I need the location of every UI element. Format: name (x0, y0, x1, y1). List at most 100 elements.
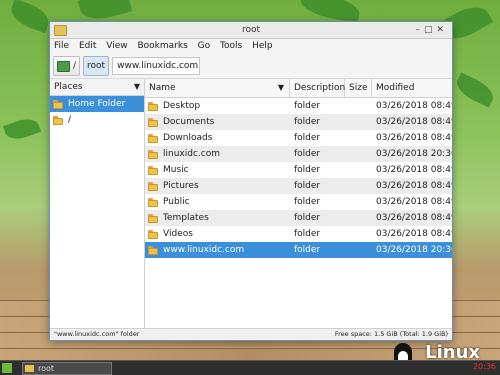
menu-bar: File Edit View Bookmarks Go Tools Help (50, 39, 452, 54)
column-description[interactable]: Description (290, 79, 345, 97)
file-size (345, 210, 372, 226)
status-selection: "www.linuxidc.com" folder (54, 330, 140, 338)
clock: 20:36 (472, 362, 496, 371)
file-modified: 03/26/2018 08:49 (376, 101, 452, 111)
file-size (345, 130, 372, 146)
file-list: Name ▼ Description Size Modified Desktop… (145, 79, 452, 329)
menu-help[interactable]: Help (252, 41, 273, 51)
file-description: folder (294, 117, 321, 127)
table-row[interactable]: www.linuxidc.com folder 03/26/2018 20:36 (145, 242, 452, 258)
start-menu-icon[interactable] (2, 363, 12, 373)
chevron-down-icon: ▼ (277, 83, 284, 92)
file-name: Templates (163, 213, 209, 223)
folder-icon (53, 99, 63, 109)
file-size (345, 194, 372, 210)
file-name: Pictures (163, 181, 199, 191)
file-size (345, 242, 372, 258)
column-size[interactable]: Size (345, 79, 372, 97)
menu-go[interactable]: Go (198, 41, 210, 51)
file-name-cell: Music (145, 162, 290, 178)
taskbar-window-label: root (38, 364, 55, 373)
file-name-cell: Pictures (145, 178, 290, 194)
menu-tools[interactable]: Tools (220, 41, 242, 51)
title-bar[interactable]: root –□✕ (50, 22, 452, 39)
file-description: folder (294, 229, 321, 239)
file-name: linuxidc.com (163, 149, 220, 159)
column-name-label: Name (149, 83, 176, 93)
file-name: Videos (163, 229, 193, 239)
sidebar-item-label: Home Folder (68, 99, 126, 109)
file-modified: 03/26/2018 08:49 (376, 229, 452, 239)
file-modified: 03/26/2018 08:49 (376, 197, 452, 207)
folder-icon (148, 229, 158, 239)
file-description: folder (294, 197, 321, 207)
file-modified: 03/26/2018 08:49 (376, 133, 452, 143)
folder-icon (148, 165, 158, 175)
table-row[interactable]: Videos folder 03/26/2018 08:49 (145, 226, 452, 242)
table-row[interactable]: Desktop folder 03/26/2018 08:49 (145, 98, 452, 114)
location-field[interactable]: www.linuxidc.com (112, 57, 201, 75)
column-modified[interactable]: Modified (372, 79, 452, 97)
file-size (345, 146, 372, 162)
taskbar: root 20:36 (0, 360, 500, 375)
file-modified: 03/26/2018 08:49 (376, 165, 452, 175)
root-separator: / (73, 61, 77, 71)
folder-icon (54, 25, 67, 36)
chevron-down-icon: ▼ (133, 82, 140, 91)
menu-file[interactable]: File (54, 41, 69, 51)
table-row[interactable]: Documents folder 03/26/2018 08:49 (145, 114, 452, 130)
window-title: root (241, 25, 261, 35)
file-description: folder (294, 181, 321, 191)
file-name-cell: www.linuxidc.com (145, 242, 290, 258)
table-row[interactable]: Templates folder 03/26/2018 08:49 (145, 210, 452, 226)
places-header[interactable]: Places ▼ (50, 79, 144, 96)
window-controls[interactable]: –□✕ (415, 22, 448, 38)
file-description: folder (294, 101, 321, 111)
column-headers: Name ▼ Description Size Modified (145, 79, 452, 98)
folder-icon (53, 115, 63, 125)
taskbar-window-button[interactable]: root (22, 362, 112, 375)
file-size (345, 98, 372, 114)
file-size (345, 226, 372, 242)
menu-view[interactable]: View (106, 41, 127, 51)
file-name: Documents (163, 117, 215, 127)
file-modified: 03/26/2018 08:49 (376, 117, 452, 127)
content-panes: Places ▼ Home Folder / Name ▼ Descriptio… (50, 79, 452, 329)
menu-bookmarks[interactable]: Bookmarks (137, 41, 187, 51)
file-name-cell: Documents (145, 114, 290, 130)
file-name: Downloads (163, 133, 213, 143)
table-row[interactable]: Pictures folder 03/26/2018 08:49 (145, 178, 452, 194)
menu-edit[interactable]: Edit (79, 41, 96, 51)
table-row[interactable]: linuxidc.com folder 03/26/2018 20:36 (145, 146, 452, 162)
file-modified: 03/26/2018 08:49 (376, 213, 452, 223)
root-device-button[interactable]: / (53, 56, 81, 76)
table-row[interactable]: Music folder 03/26/2018 08:49 (145, 162, 452, 178)
file-name-cell: Downloads (145, 130, 290, 146)
file-name: Desktop (163, 101, 201, 111)
file-rows: Desktop folder 03/26/2018 08:49 Documents fo… (145, 98, 452, 258)
file-modified: 03/26/2018 08:49 (376, 181, 452, 191)
file-description: folder (294, 213, 321, 223)
folder-icon (148, 117, 158, 127)
folder-icon (148, 197, 158, 207)
file-name: Music (163, 165, 189, 175)
table-row[interactable]: Public folder 03/26/2018 08:49 (145, 194, 452, 210)
sidebar-item-label: / (68, 115, 72, 125)
crumb-root-label: root (87, 61, 106, 71)
folder-icon (25, 365, 34, 372)
folder-icon (148, 149, 158, 159)
file-manager-window: root –□✕ File Edit View Bookmarks Go Too… (49, 21, 453, 341)
column-name[interactable]: Name ▼ (145, 79, 290, 97)
file-description: folder (294, 133, 321, 143)
crumb-root-button[interactable]: root (83, 56, 110, 76)
sidebar-item-home[interactable]: Home Folder (50, 96, 144, 112)
path-bar: / root www.linuxidc.com (50, 54, 452, 79)
sidebar-item-root[interactable]: / (50, 112, 144, 128)
folder-icon (148, 181, 158, 191)
table-row[interactable]: Downloads folder 03/26/2018 08:49 (145, 130, 452, 146)
file-modified: 03/26/2018 20:36 (376, 149, 452, 159)
file-size (345, 162, 372, 178)
folder-icon (148, 213, 158, 223)
file-name-cell: Desktop (145, 98, 290, 114)
file-description: folder (294, 245, 321, 255)
